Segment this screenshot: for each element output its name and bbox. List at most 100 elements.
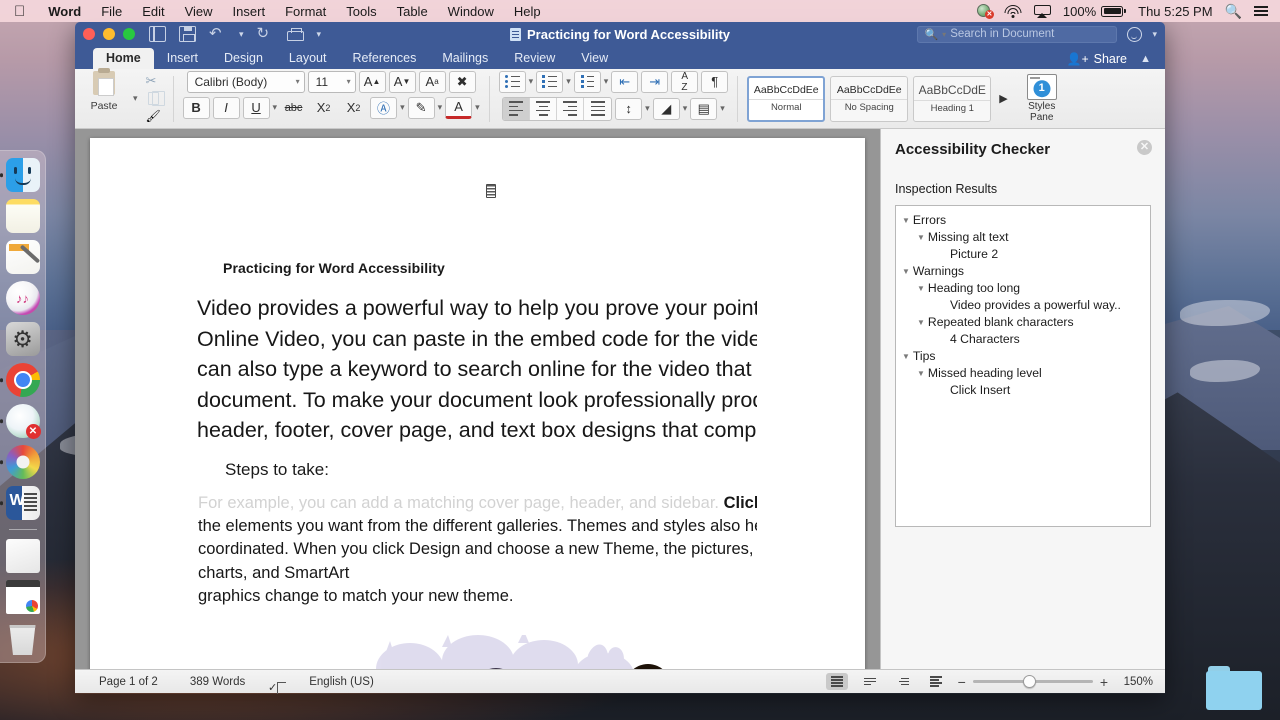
sidebar-icon[interactable]	[149, 26, 166, 42]
save-icon[interactable]	[179, 26, 196, 42]
dock-item-finder[interactable]	[0, 157, 41, 193]
tree-item[interactable]: ▼ Errors	[900, 212, 1146, 229]
underline-dropdown-icon[interactable]: ▾	[273, 102, 278, 113]
format-painter-icon[interactable]	[146, 109, 162, 124]
text-effects-dropdown-icon[interactable]: ▾	[400, 102, 405, 113]
dock-item-safari[interactable]	[0, 403, 41, 439]
menu-item-window[interactable]: Window	[438, 4, 504, 19]
increase-indent-button[interactable]: ⇥	[641, 70, 669, 93]
collapse-ribbon-icon[interactable]: ▲	[1140, 53, 1151, 65]
italic-button[interactable]: I	[212, 96, 240, 119]
tree-item[interactable]: ▼ Warnings	[900, 263, 1146, 280]
twisty-icon[interactable]: ▼	[902, 212, 910, 229]
notification-center-icon[interactable]	[1254, 6, 1268, 16]
line-spacing-button[interactable]: ↕	[615, 97, 643, 120]
close-button[interactable]	[83, 28, 95, 40]
bullets-dropdown-icon[interactable]: ▾	[529, 76, 534, 87]
dock-item-notes[interactable]	[5, 198, 41, 234]
wifi-icon[interactable]	[1004, 4, 1022, 18]
menu-item-insert[interactable]: Insert	[223, 4, 276, 19]
menu-item-word[interactable]: Word	[38, 4, 91, 19]
tab-review[interactable]: Review	[501, 48, 568, 69]
strikethrough-button[interactable]: abc	[280, 97, 307, 119]
spotlight-search-icon[interactable]: 🔍	[1225, 3, 1242, 20]
change-case-button[interactable]: Aa	[418, 70, 446, 93]
minimize-button[interactable]	[103, 28, 115, 40]
menu-item-tools[interactable]: Tools	[336, 4, 386, 19]
tree-item[interactable]: ▼ Missing alt text	[900, 229, 1146, 246]
tree-item[interactable]: ▼ Missed heading level	[900, 365, 1146, 382]
bold-button[interactable]: B	[182, 96, 210, 119]
undo-icon[interactable]: ↶	[209, 26, 226, 42]
redo-icon[interactable]: ↻	[257, 26, 274, 42]
airplay-icon[interactable]	[1033, 4, 1051, 18]
apple-menu-icon[interactable]: 	[0, 4, 38, 19]
font-color-button[interactable]: A	[445, 96, 473, 119]
multilevel-dropdown-icon[interactable]: ▾	[604, 76, 609, 87]
search-input[interactable]: 🔍 ▾ Search in Document	[917, 25, 1118, 43]
style-heading-1[interactable]: AaBbCcDdE Heading 1	[913, 75, 992, 122]
align-center-button[interactable]	[530, 97, 558, 120]
shading-dropdown-icon[interactable]: ▾	[683, 103, 688, 114]
tree-item[interactable]: 4 Characters	[900, 331, 1146, 348]
line-spacing-dropdown-icon[interactable]: ▾	[645, 103, 650, 114]
dock-item-system-preferences[interactable]	[5, 321, 41, 357]
menu-item-format[interactable]: Format	[275, 4, 336, 19]
cut-icon[interactable]	[146, 73, 162, 88]
zoom-out-button[interactable]: −	[958, 674, 966, 690]
numbering-dropdown-icon[interactable]: ▾	[566, 76, 571, 87]
dropbox-icon[interactable]: ✕	[976, 4, 994, 19]
copy-icon[interactable]	[147, 91, 165, 106]
tab-references[interactable]: References	[339, 48, 429, 69]
draft-view-button[interactable]	[925, 673, 947, 690]
zoom-knob[interactable]	[1022, 675, 1036, 688]
highlight-button[interactable]: ✎	[407, 96, 435, 119]
tab-mailings[interactable]: Mailings	[429, 48, 501, 69]
web-layout-view-button[interactable]	[859, 673, 881, 690]
dock-item-trash[interactable]	[5, 620, 41, 656]
highlight-dropdown-icon[interactable]: ▾	[438, 102, 443, 113]
menu-item-file[interactable]: File	[91, 4, 132, 19]
tab-home[interactable]: Home	[93, 48, 154, 69]
document-image[interactable]: ☪ ✡	[292, 630, 664, 669]
tab-layout[interactable]: Layout	[276, 48, 340, 69]
tree-item[interactable]: Video provides a powerful way..	[900, 297, 1146, 314]
superscript-button[interactable]: X2	[340, 97, 367, 119]
font-name-select[interactable]: Calibri (Body) ▾	[186, 70, 305, 93]
tree-item[interactable]: Click Insert	[900, 382, 1146, 399]
sort-button[interactable]: AZ	[671, 70, 699, 93]
style-normal[interactable]: AaBbCcDdEe Normal	[747, 75, 826, 122]
text-effects-button[interactable]: Ⓐ	[370, 96, 398, 119]
twisty-icon[interactable]: ▼	[902, 263, 910, 280]
font-size-select[interactable]: 11 ▾	[307, 70, 356, 93]
tree-item[interactable]: Picture 2	[900, 246, 1146, 263]
twisty-icon[interactable]: ▼	[917, 314, 925, 331]
menu-item-help[interactable]: Help	[504, 4, 551, 19]
clear-formatting-button[interactable]: ✖	[448, 70, 476, 93]
zoom-track[interactable]	[972, 675, 1093, 688]
borders-dropdown-icon[interactable]: ▾	[720, 103, 725, 114]
shrink-font-button[interactable]: A ▼	[388, 70, 416, 93]
align-left-button[interactable]	[503, 97, 531, 120]
page-indicator[interactable]: Page 1 of 2	[83, 676, 174, 688]
decrease-indent-button[interactable]: ⇤	[611, 70, 639, 93]
tab-view[interactable]: View	[568, 48, 621, 69]
dock-item-web-document[interactable]	[5, 579, 41, 615]
numbering-button[interactable]	[536, 70, 564, 93]
style-no-spacing[interactable]: AaBbCcDdEe No Spacing	[830, 75, 909, 122]
close-icon[interactable]: ✕	[1137, 140, 1152, 155]
outline-view-button[interactable]	[892, 673, 914, 690]
styles-pane-button[interactable]: 1 Styles Pane	[1016, 74, 1068, 123]
menu-bar-clock[interactable]: Thu 5:25 PM	[1138, 4, 1212, 19]
dock-item-document[interactable]	[5, 538, 41, 574]
dock-item-photos[interactable]	[0, 444, 41, 480]
shading-button[interactable]: ◢	[652, 97, 680, 120]
dock-item-word[interactable]	[0, 485, 41, 521]
desktop-folder-icon[interactable]	[1206, 666, 1262, 710]
tree-item[interactable]: ▼ Heading too long	[900, 280, 1146, 297]
dock-item-itunes[interactable]	[5, 280, 41, 316]
maximize-button[interactable]	[123, 28, 135, 40]
menu-item-edit[interactable]: Edit	[132, 4, 174, 19]
document-scroll-area[interactable]: Practicing for Word Accessibility Video …	[75, 129, 880, 669]
subscript-button[interactable]: X2	[310, 97, 337, 119]
